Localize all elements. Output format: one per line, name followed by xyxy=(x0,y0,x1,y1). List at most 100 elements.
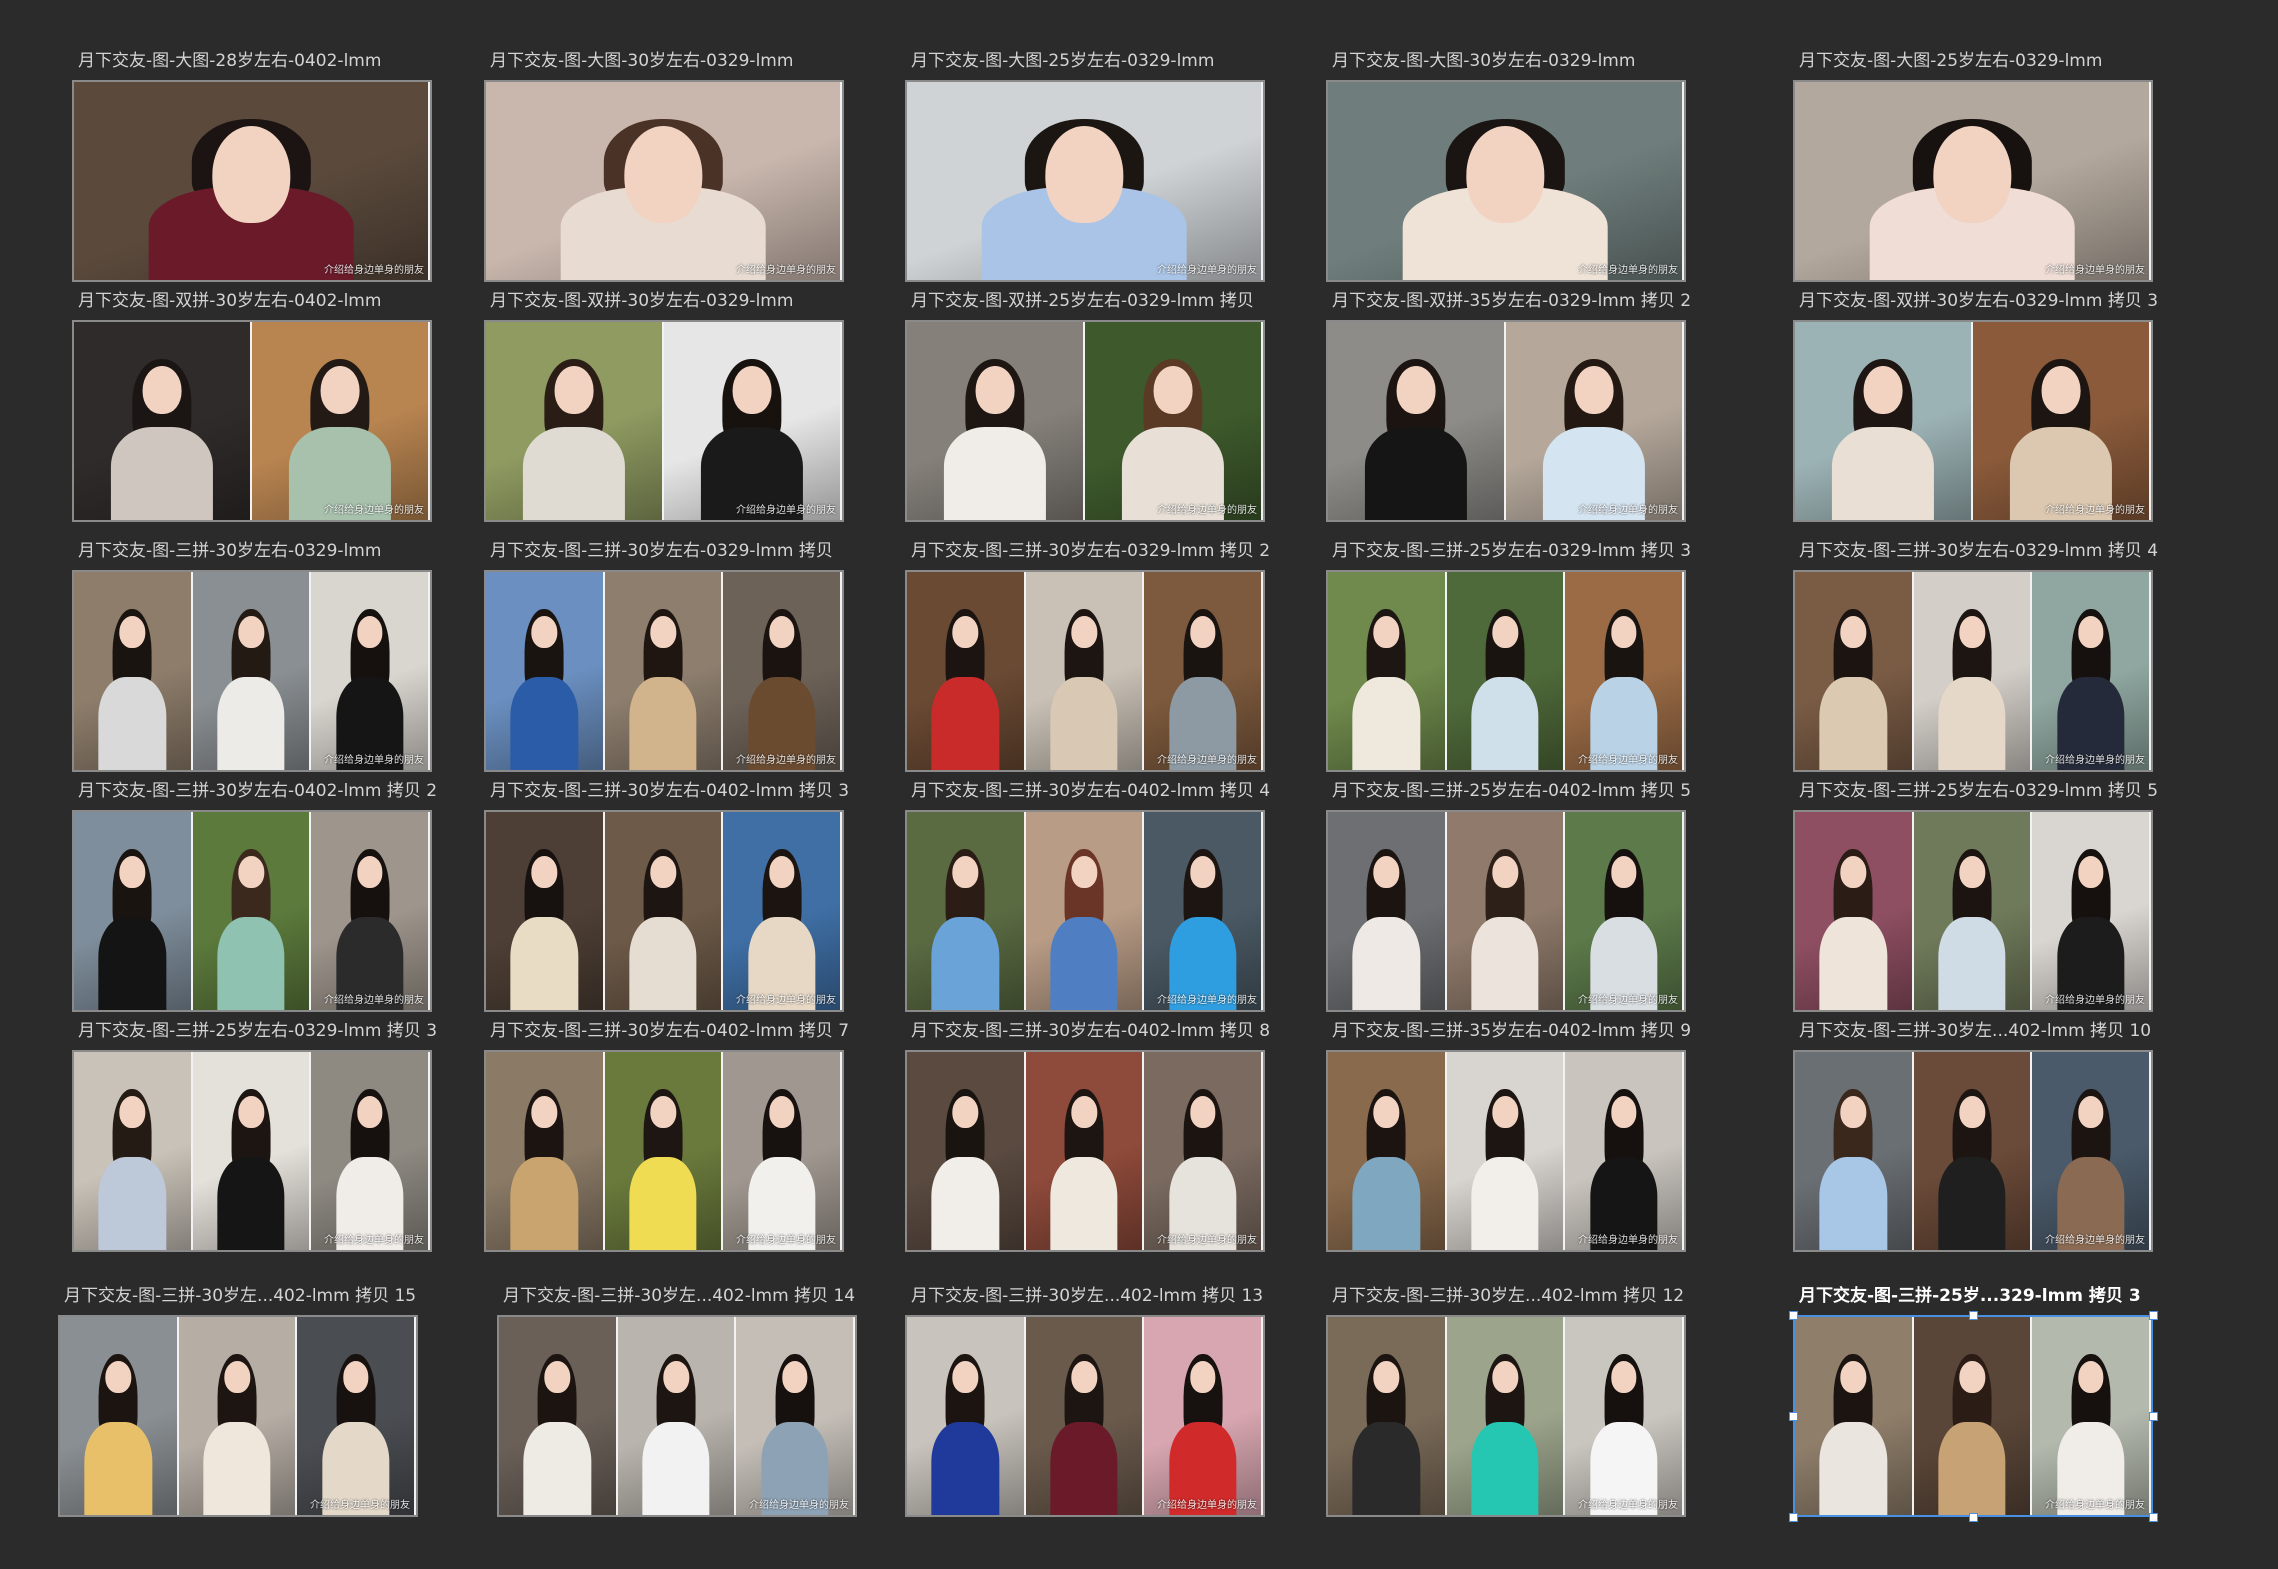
artboard[interactable]: 月下交友-图-三拼-30岁左右-0329-lmm 拷贝 4 介绍给身边单身的朋友 xyxy=(1793,541,2158,772)
artboard[interactable]: 月下交友-图-大图-30岁左右-0329-lmm 介绍给身边单身的朋友 xyxy=(484,51,844,282)
selection-handle[interactable] xyxy=(1789,1412,1798,1421)
artboard-frame[interactable]: 介绍给身边单身的朋友 xyxy=(484,80,844,282)
artboard-label[interactable]: 月下交友-图-大图-30岁左右-0329-lmm xyxy=(490,50,793,72)
artboard-label[interactable]: 月下交友-图-三拼-30岁左右-0329-lmm 拷贝 2 xyxy=(911,540,1270,562)
artboard[interactable]: 月下交友-图-三拼-30岁左右-0402-lmm 拷贝 2 介绍给身边单身的朋友 xyxy=(72,781,437,1012)
artboard-label[interactable]: 月下交友-图-三拼-35岁左右-0402-lmm 拷贝 9 xyxy=(1332,1020,1691,1042)
artboard[interactable]: 月下交友-图-双拼-35岁左右-0329-lmm 拷贝 2 介绍给身边单身的朋友 xyxy=(1326,291,1691,522)
artboard-frame[interactable]: 介绍给身边单身的朋友 xyxy=(484,1050,844,1252)
artboard[interactable]: 月下交友-图-三拼-25岁...329-lmm 拷贝 3 介绍给身边单身的朋友 xyxy=(1789,1286,2158,1522)
artboard[interactable]: 月下交友-图-双拼-30岁左右-0329-lmm 拷贝 3 介绍给身边单身的朋友 xyxy=(1793,291,2158,522)
artboard-frame[interactable]: 介绍给身边单身的朋友 xyxy=(1326,80,1686,282)
artboard-frame[interactable]: 介绍给身边单身的朋友 xyxy=(1793,1050,2153,1252)
artboard-frame[interactable]: 介绍给身边单身的朋友 xyxy=(72,1050,432,1252)
artboard-label[interactable]: 月下交友-图-双拼-30岁左右-0402-lmm xyxy=(78,290,381,312)
artboard-label[interactable]: 月下交友-图-三拼-30岁左右-0402-lmm 拷贝 7 xyxy=(490,1020,849,1042)
artboard-label[interactable]: 月下交友-图-大图-25岁左右-0329-lmm xyxy=(1799,50,2102,72)
artboard-frame[interactable]: 介绍给身边单身的朋友 xyxy=(905,570,1265,772)
artboard-label[interactable]: 月下交友-图-三拼-30岁左右-0329-lmm 拷贝 xyxy=(490,540,833,562)
artboard[interactable]: 月下交友-图-三拼-30岁左...402-lmm 拷贝 13 介绍给身边单身的朋友 xyxy=(905,1286,1265,1517)
artboard-label[interactable]: 月下交友-图-双拼-35岁左右-0329-lmm 拷贝 2 xyxy=(1332,290,1691,312)
artboard[interactable]: 月下交友-图-双拼-30岁左右-0329-lmm 介绍给身边单身的朋友 xyxy=(484,291,844,522)
artboard-frame[interactable]: 介绍给身边单身的朋友 xyxy=(72,570,432,772)
artboard-label[interactable]: 月下交友-图-双拼-30岁左右-0329-lmm xyxy=(490,290,793,312)
artboard-frame[interactable]: 介绍给身边单身的朋友 xyxy=(484,810,844,1012)
artboard-frame[interactable]: 介绍给身边单身的朋友 xyxy=(1793,320,2153,522)
artboard[interactable]: 月下交友-图-三拼-30岁左右-0402-lmm 拷贝 7 介绍给身边单身的朋友 xyxy=(484,1021,849,1252)
selection-handle[interactable] xyxy=(2149,1412,2158,1421)
artboard-label[interactable]: 月下交友-图-三拼-30岁左右-0402-lmm 拷贝 4 xyxy=(911,780,1270,802)
artboard-label[interactable]: 月下交友-图-三拼-25岁左右-0329-lmm 拷贝 3 xyxy=(78,1020,437,1042)
artboard-frame[interactable]: 介绍给身边单身的朋友 xyxy=(1793,810,2153,1012)
artboard-frame[interactable]: 介绍给身边单身的朋友 xyxy=(497,1315,857,1517)
artboard-frame[interactable]: 介绍给身边单身的朋友 xyxy=(1326,570,1686,772)
artboard-frame[interactable]: 介绍给身边单身的朋友 xyxy=(1326,1050,1686,1252)
artboard-label[interactable]: 月下交友-图-三拼-30岁左...402-lmm 拷贝 12 xyxy=(1332,1285,1684,1307)
artboard-label[interactable]: 月下交友-图-三拼-30岁左右-0402-lmm 拷贝 3 xyxy=(490,780,849,802)
artboard[interactable]: 月下交友-图-三拼-25岁左右-0329-lmm 拷贝 5 介绍给身边单身的朋友 xyxy=(1793,781,2158,1012)
artboard-label[interactable]: 月下交友-图-三拼-30岁左右-0402-lmm 拷贝 8 xyxy=(911,1020,1270,1042)
artboard-frame[interactable]: 介绍给身边单身的朋友 xyxy=(72,810,432,1012)
selection-handle[interactable] xyxy=(1969,1513,1978,1522)
selection-handle[interactable] xyxy=(1969,1311,1978,1320)
artboard-canvas[interactable]: 月下交友-图-大图-28岁左右-0402-lmm 介绍给身边单身的朋友 月下交友-图… xyxy=(0,0,2278,1569)
artboard-frame[interactable]: 介绍给身边单身的朋友 xyxy=(1326,1315,1686,1517)
artboard-label[interactable]: 月下交友-图-三拼-30岁左右-0329-lmm xyxy=(78,540,381,562)
artboard-label[interactable]: 月下交友-图-大图-25岁左右-0329-lmm xyxy=(911,50,1214,72)
artboard-label[interactable]: 月下交友-图-大图-28岁左右-0402-lmm xyxy=(78,50,381,72)
artboard[interactable]: 月下交友-图-三拼-25岁左右-0329-lmm 拷贝 3 介绍给身边单身的朋友 xyxy=(1326,541,1691,772)
artboard-frame[interactable]: 介绍给身边单身的朋友 xyxy=(905,80,1265,282)
artboard[interactable]: 月下交友-图-三拼-30岁左右-0329-lmm 拷贝 2 介绍给身边单身的朋友 xyxy=(905,541,1270,772)
artboard-frame[interactable]: 介绍给身边单身的朋友 xyxy=(58,1315,418,1517)
artboard[interactable]: 月下交友-图-三拼-30岁左右-0402-lmm 拷贝 8 介绍给身边单身的朋友 xyxy=(905,1021,1270,1252)
artboard[interactable]: 月下交友-图-三拼-30岁左右-0329-lmm 介绍给身边单身的朋友 xyxy=(72,541,432,772)
artboard-frame[interactable]: 介绍给身边单身的朋友 xyxy=(1326,810,1686,1012)
selection-handle[interactable] xyxy=(2149,1311,2158,1320)
artboard[interactable]: 月下交友-图-三拼-30岁左右-0329-lmm 拷贝介绍给身边单身的朋友 xyxy=(484,541,844,772)
artboard[interactable]: 月下交友-图-三拼-35岁左右-0402-lmm 拷贝 9 介绍给身边单身的朋友 xyxy=(1326,1021,1691,1252)
selection-handle[interactable] xyxy=(1789,1311,1798,1320)
artboard[interactable]: 月下交友-图-三拼-30岁左...402-lmm 拷贝 12 介绍给身边单身的朋友 xyxy=(1326,1286,1686,1517)
artboard-label[interactable]: 月下交友-图-三拼-30岁左...402-lmm 拷贝 10 xyxy=(1799,1020,2151,1042)
artboard-label[interactable]: 月下交友-图-三拼-25岁左右-0329-lmm 拷贝 5 xyxy=(1799,780,2158,802)
artboard[interactable]: 月下交友-图-大图-30岁左右-0329-lmm 介绍给身边单身的朋友 xyxy=(1326,51,1686,282)
artboard[interactable]: 月下交友-图-三拼-30岁左...402-lmm 拷贝 15 介绍给身边单身的朋友 xyxy=(58,1286,418,1517)
artboard-frame[interactable]: 介绍给身边单身的朋友 xyxy=(72,320,432,522)
portrait-figure xyxy=(1589,846,1658,1010)
artboard-frame[interactable]: 介绍给身边单身的朋友 xyxy=(484,570,844,772)
artboard-label[interactable]: 月下交友-图-三拼-25岁...329-lmm 拷贝 3 xyxy=(1799,1285,2141,1307)
artboard-label[interactable]: 月下交友-图-三拼-30岁左...402-lmm 拷贝 15 xyxy=(64,1285,416,1307)
artboard-frame[interactable]: 介绍给身边单身的朋友 xyxy=(1793,570,2153,772)
artboard-frame[interactable]: 介绍给身边单身的朋友 xyxy=(1793,80,2153,282)
artboard-frame[interactable]: 介绍给身边单身的朋友 xyxy=(1326,320,1686,522)
artboard-frame[interactable]: 介绍给身边单身的朋友 xyxy=(905,320,1265,522)
artboard[interactable]: 月下交友-图-双拼-30岁左右-0402-lmm 介绍给身边单身的朋友 xyxy=(72,291,432,522)
artboard-frame[interactable]: 介绍给身边单身的朋友 xyxy=(1793,1315,2153,1517)
artboard-label[interactable]: 月下交友-图-三拼-25岁左右-0402-lmm 拷贝 5 xyxy=(1332,780,1691,802)
artboard-frame[interactable]: 介绍给身边单身的朋友 xyxy=(72,80,432,282)
selection-handle[interactable] xyxy=(2149,1513,2158,1522)
artboard[interactable]: 月下交友-图-三拼-25岁左右-0402-lmm 拷贝 5 介绍给身边单身的朋友 xyxy=(1326,781,1691,1012)
selection-handle[interactable] xyxy=(1789,1513,1798,1522)
artboard-label[interactable]: 月下交友-图-双拼-30岁左右-0329-lmm 拷贝 3 xyxy=(1799,290,2158,312)
artboard-label[interactable]: 月下交友-图-三拼-30岁左...402-lmm 拷贝 13 xyxy=(911,1285,1263,1307)
artboard-frame[interactable]: 介绍给身边单身的朋友 xyxy=(905,1050,1265,1252)
artboard-frame[interactable]: 介绍给身边单身的朋友 xyxy=(905,810,1265,1012)
artboard-label[interactable]: 月下交友-图-三拼-30岁左右-0402-lmm 拷贝 2 xyxy=(78,780,437,802)
artboard-label[interactable]: 月下交友-图-三拼-25岁左右-0329-lmm 拷贝 3 xyxy=(1332,540,1691,562)
artboard-label[interactable]: 月下交友-图-双拼-25岁左右-0329-lmm 拷贝 xyxy=(911,290,1254,312)
artboard[interactable]: 月下交友-图-三拼-30岁左...402-lmm 拷贝 10 介绍给身边单身的朋友 xyxy=(1793,1021,2153,1252)
artboard[interactable]: 月下交友-图-大图-25岁左右-0329-lmm 介绍给身边单身的朋友 xyxy=(1793,51,2153,282)
artboard[interactable]: 月下交友-图-三拼-30岁左右-0402-lmm 拷贝 4 介绍给身边单身的朋友 xyxy=(905,781,1270,1012)
artboard[interactable]: 月下交友-图-三拼-25岁左右-0329-lmm 拷贝 3 介绍给身边单身的朋友 xyxy=(72,1021,437,1252)
artboard-label[interactable]: 月下交友-图-三拼-30岁左右-0329-lmm 拷贝 4 xyxy=(1799,540,2158,562)
artboard-label[interactable]: 月下交友-图-三拼-30岁左...402-lmm 拷贝 14 xyxy=(503,1285,855,1307)
artboard[interactable]: 月下交友-图-三拼-30岁左...402-lmm 拷贝 14 介绍给身边单身的朋友 xyxy=(497,1286,857,1517)
artboard[interactable]: 月下交友-图-三拼-30岁左右-0402-lmm 拷贝 3 介绍给身边单身的朋友 xyxy=(484,781,849,1012)
artboard-frame[interactable]: 介绍给身边单身的朋友 xyxy=(484,320,844,522)
artboard[interactable]: 月下交友-图-大图-25岁左右-0329-lmm 介绍给身边单身的朋友 xyxy=(905,51,1265,282)
artboard[interactable]: 月下交友-图-大图-28岁左右-0402-lmm 介绍给身边单身的朋友 xyxy=(72,51,432,282)
artboard-frame[interactable]: 介绍给身边单身的朋友 xyxy=(905,1315,1265,1517)
artboard[interactable]: 月下交友-图-双拼-25岁左右-0329-lmm 拷贝介绍给身边单身的朋友 xyxy=(905,291,1265,522)
artboard-label[interactable]: 月下交友-图-大图-30岁左右-0329-lmm xyxy=(1332,50,1635,72)
